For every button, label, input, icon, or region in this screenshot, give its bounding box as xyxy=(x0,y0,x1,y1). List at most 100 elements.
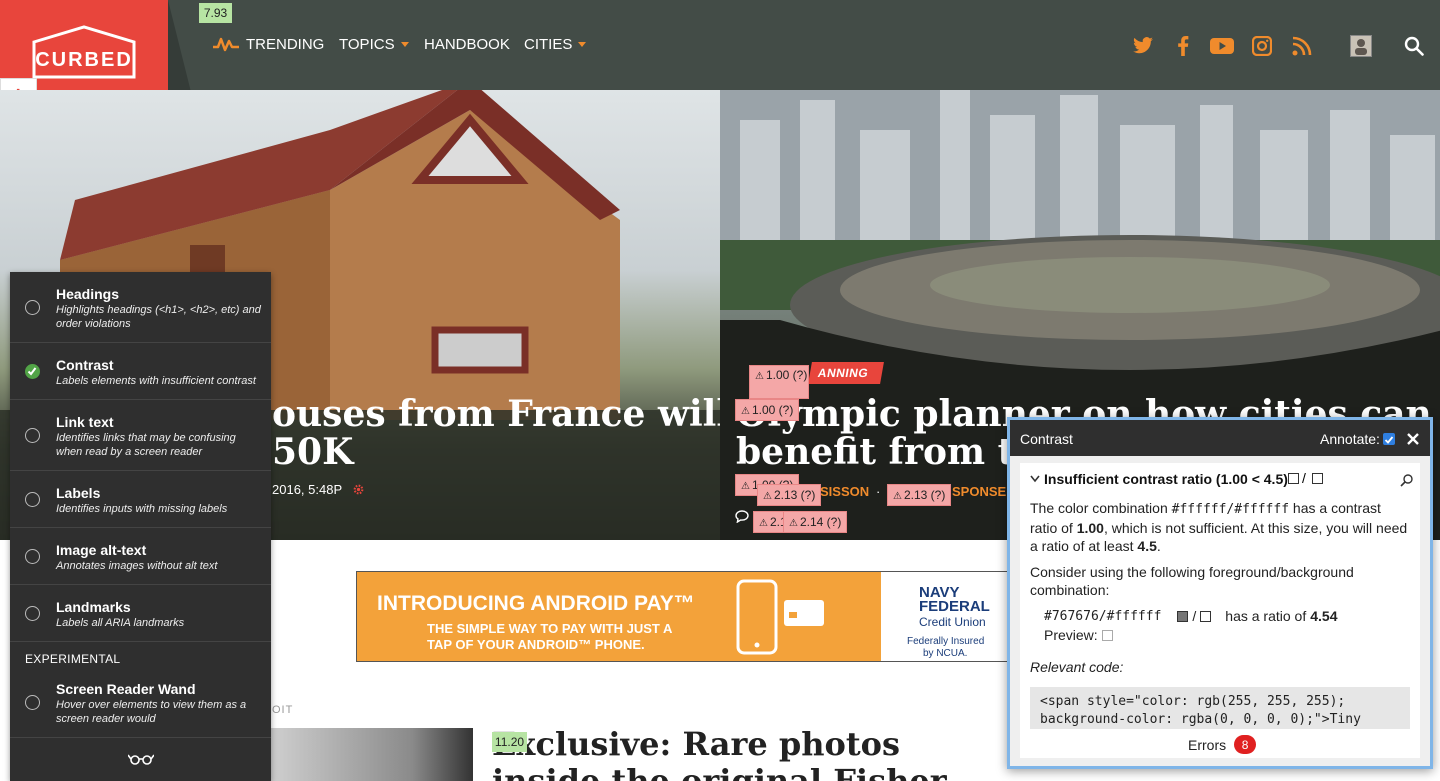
dialog-title: Contrast xyxy=(1020,431,1073,447)
contrast-score-badge: 7.93 xyxy=(199,3,232,23)
contrast-error-badge[interactable]: ⚠ 2.13 (?) xyxy=(887,484,952,506)
contrast-error-badge[interactable]: ⚠ 2.13 (?) xyxy=(757,484,822,506)
preview-checkbox[interactable] xyxy=(1101,629,1113,641)
article-thumbnail[interactable] xyxy=(271,728,473,781)
article-title[interactable]: Exclusive: Rare photos inside the origin… xyxy=(492,726,947,781)
option-contrast[interactable]: Contrast Labels elements with insufficie… xyxy=(10,343,271,400)
nav-trending-label: TRENDING xyxy=(246,35,325,53)
color-swatch-fg xyxy=(1288,473,1299,484)
radio-landmarks[interactable] xyxy=(25,606,40,621)
errors-label: Errors xyxy=(1188,736,1227,753)
p1-required: 4.5 xyxy=(1137,538,1157,554)
hero-left-title-2[interactable]: 50K xyxy=(272,433,353,471)
radio-labels[interactable] xyxy=(25,492,40,507)
chevron-down-icon xyxy=(400,41,409,47)
youtube-icon[interactable] xyxy=(1210,34,1234,58)
option-title: Image alt-text xyxy=(56,542,147,558)
instagram-icon[interactable] xyxy=(1250,34,1274,58)
inspect-magnifier-icon[interactable] xyxy=(1400,473,1414,487)
nav-cities[interactable]: CITIES xyxy=(524,33,587,55)
contrast-dialog: Contrast Annotate: Insufficient contrast… xyxy=(1007,417,1433,769)
hero-left-meta: 2016, 5:48P xyxy=(272,482,365,497)
option-title: Screen Reader Wand xyxy=(56,681,196,697)
accessibility-tools-panel: Headings Highlights headings (<h1>, <h2>… xyxy=(10,272,271,781)
hero-right-sponsor[interactable]: SPONSE xyxy=(952,484,1006,499)
article-title-line-2: inside the original Fisher xyxy=(492,762,947,781)
option-desc: Highlights headings (<h1>, <h2>, etc) an… xyxy=(56,304,261,330)
nav-handbook-label: HANDBOOK xyxy=(424,35,510,53)
option-title: Headings xyxy=(56,286,120,302)
suggestion-intro: Consider using the following foreground/… xyxy=(1030,564,1354,598)
p1-ratio: 1.00 xyxy=(1076,520,1104,536)
phone-card-icon xyxy=(736,579,824,655)
curbed-logo: CURBED xyxy=(32,25,136,79)
android-pay-ad[interactable]: INTRODUCING ANDROID PAY™ THE SIMPLE WAY … xyxy=(356,571,1016,662)
contrast-error-badge[interactable]: ⚠1.00 (?) xyxy=(735,399,800,421)
user-avatar-icon[interactable] xyxy=(1350,35,1372,57)
option-landmarks[interactable]: Landmarks Labels all ARIA landmarks xyxy=(10,585,271,642)
rss-icon[interactable] xyxy=(1290,34,1314,58)
logo-text: CURBED xyxy=(35,49,133,71)
close-icon[interactable] xyxy=(1406,432,1420,446)
hero-right-separator: · xyxy=(876,484,881,499)
p1-text: The color combination xyxy=(1030,500,1172,516)
option-title: Link text xyxy=(56,414,114,430)
hero-right-category[interactable]: ANNING xyxy=(808,362,885,384)
p1-code: #ffffff/#ffffff xyxy=(1171,502,1290,517)
navy-federal-logo-area: NAVY FEDERAL Credit Union Federally Insu… xyxy=(881,572,1015,661)
checkmark-icon[interactable] xyxy=(25,364,40,379)
hero-left-title-1[interactable]: ouses from France will xyxy=(272,395,720,433)
relevant-code-label: Relevant code: xyxy=(1030,659,1124,675)
contrast-error-badge[interactable]: ⚠ 2.14 (?) xyxy=(783,511,848,533)
experimental-heading: EXPERIMENTAL xyxy=(25,652,121,666)
contrast-score-badge: 11.20 xyxy=(492,732,527,752)
p1-text: . xyxy=(1156,538,1161,554)
code-line-2: background-color: rgba(0, 0, 0, 0);">Tin… xyxy=(1040,712,1361,727)
dialog-body: Insufficient contrast ratio (1.00 < 4.5)… xyxy=(1020,463,1420,758)
article-title-line-1: Exclusive: Rare photos xyxy=(492,725,900,763)
nav-trending[interactable]: TRENDING xyxy=(212,33,324,55)
nav-handbook[interactable]: HANDBOOK xyxy=(424,33,510,55)
option-desc: Hover over elements to view them as a sc… xyxy=(56,699,247,725)
option-headings[interactable]: Headings Highlights headings (<h1>, <h2>… xyxy=(10,272,271,343)
option-image-alt-text[interactable]: Image alt-text Annotates images without … xyxy=(10,528,271,585)
option-link-text[interactable]: Link text Identifies links that may be c… xyxy=(10,400,271,471)
option-labels[interactable]: Labels Identifies inputs with missing la… xyxy=(10,471,271,528)
swatch-separator: / xyxy=(1302,470,1306,486)
chevron-down-icon xyxy=(578,41,587,47)
twitter-icon[interactable] xyxy=(1131,34,1155,58)
glasses-icon[interactable] xyxy=(128,752,154,766)
option-desc: Identifies links that may be confusing w… xyxy=(56,432,236,458)
issue-title[interactable]: Insufficient contrast ratio (1.00 < 4.5) xyxy=(1044,471,1288,487)
option-title: Labels xyxy=(56,485,101,501)
color-swatch-bg xyxy=(1200,610,1212,622)
nav-topics[interactable]: TOPICS xyxy=(339,33,409,55)
brand-name-2: FEDERAL xyxy=(919,598,990,615)
radio-headings[interactable] xyxy=(25,300,40,315)
color-swatch-fg xyxy=(1177,610,1189,622)
color-swatch-bg xyxy=(1312,473,1323,484)
gear-icon[interactable] xyxy=(352,483,365,496)
errors-summary[interactable]: Errors 8 xyxy=(1188,735,1257,754)
suggestion-ratio: 4.54 xyxy=(1310,608,1338,624)
nav-topics-label: TOPICS xyxy=(339,35,395,53)
ad-subtitle-1: THE SIMPLE WAY TO PAY WITH JUST A xyxy=(427,621,673,636)
comment-icon[interactable] xyxy=(735,510,749,523)
option-title: Contrast xyxy=(56,357,114,373)
radio-link-text[interactable] xyxy=(25,428,40,443)
search-icon[interactable] xyxy=(1402,34,1426,58)
swatch-separator: / xyxy=(1192,608,1197,624)
preview-label: Preview: xyxy=(1044,627,1098,643)
option-screen-reader-wand[interactable]: Screen Reader Wand Hover over elements t… xyxy=(10,672,271,738)
annotate-checkbox[interactable] xyxy=(1383,433,1395,445)
chevron-down-icon[interactable] xyxy=(1030,475,1040,483)
preview-row: Preview: xyxy=(1044,627,1113,643)
facebook-icon[interactable] xyxy=(1171,34,1195,58)
trending-icon xyxy=(213,37,239,52)
contrast-error-badge[interactable]: ⚠1.00 (?) xyxy=(749,365,809,399)
ad-fine-print-2: by NCUA. xyxy=(923,648,968,659)
radio-image-alt-text[interactable] xyxy=(25,549,40,564)
hero-right-author[interactable]: SISSON xyxy=(820,484,869,499)
radio-screen-reader-wand[interactable] xyxy=(25,695,40,710)
code-line-1: <span style="color: rgb(255, 255, 255); xyxy=(1040,694,1346,709)
